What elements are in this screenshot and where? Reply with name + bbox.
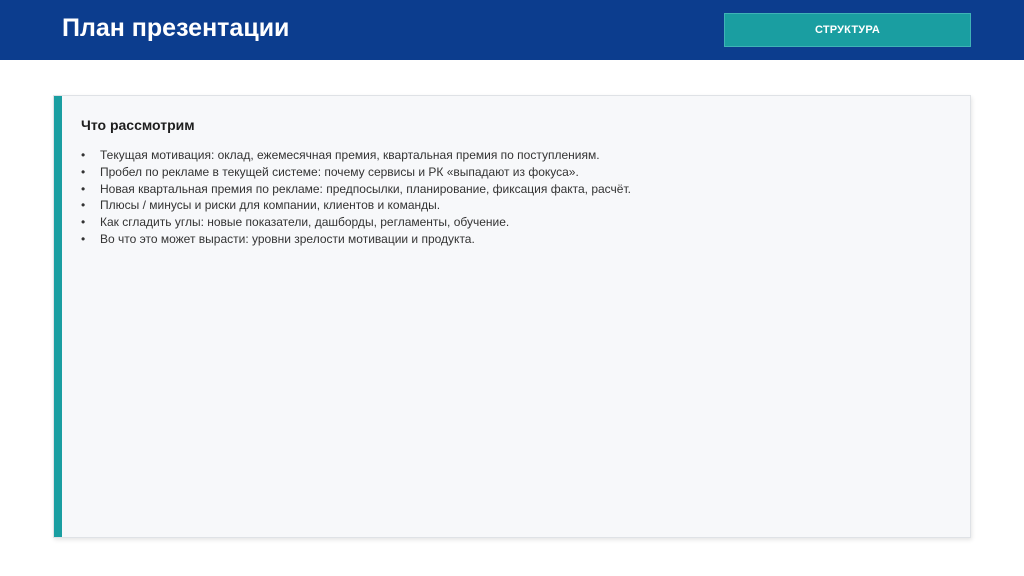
accent-bar (54, 96, 62, 537)
bullet-dot: • (81, 215, 86, 230)
bullet-dot: • (81, 198, 86, 213)
bullet-item: • Новая квартальная премия по рекламе: п… (81, 181, 631, 198)
bullet-dot: • (81, 231, 86, 246)
bullet-dot: • (81, 164, 86, 179)
bullet-text: Плюсы / минусы и риски для компании, кли… (100, 198, 441, 213)
bullet-text: Пробел по рекламе в текущей системе: поч… (100, 164, 579, 179)
bullet-item: • Во что это может вырасти: уровни зрело… (81, 231, 631, 248)
bullet-dot: • (81, 181, 86, 196)
section-badge: СТРУКТУРА (724, 13, 971, 47)
slide-title: План презентации (62, 14, 290, 42)
bullet-text: Новая квартальная премия по рекламе: пре… (100, 181, 631, 196)
bullet-item: • Плюсы / минусы и риски для компании, к… (81, 197, 631, 214)
bullet-text: Во что это может вырасти: уровни зрелост… (100, 231, 475, 246)
bullet-text: Текущая мотивация: оклад, ежемесячная пр… (100, 148, 600, 162)
bullet-item: • Как сгладить углы: новые показатели, д… (81, 214, 631, 231)
card-heading: Что рассмотрим (81, 117, 195, 133)
bullet-text: Как сгладить углы: новые показатели, даш… (100, 215, 510, 230)
bullet-dot: • (81, 148, 86, 162)
content-card: Что рассмотрим • Текущая мотивация: окла… (53, 95, 971, 538)
bullet-list: • Текущая мотивация: оклад, ежемесячная … (81, 147, 631, 248)
bullet-item: • Пробел по рекламе в текущей системе: п… (81, 164, 631, 181)
bullet-item: • Текущая мотивация: оклад, ежемесячная … (81, 147, 631, 164)
